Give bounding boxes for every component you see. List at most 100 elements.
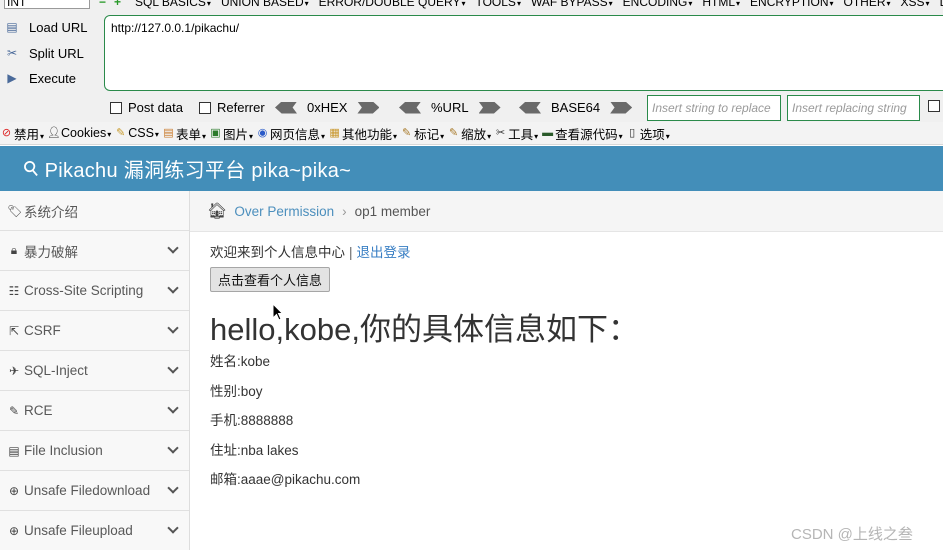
hackbar-menu-item[interactable]: XSS <box>901 0 930 10</box>
hackbar-menu-item[interactable]: TOOLS <box>475 0 520 10</box>
marker-icon: ✎ <box>401 126 412 139</box>
sidebar-item[interactable]: 🏷︎ 系统介绍 <box>0 191 189 231</box>
sidebar-item[interactable]: ☷ Cross-Site Scripting <box>0 271 189 311</box>
replacing-string-input[interactable]: Insert replacing string <box>787 95 920 121</box>
hackbar-menu-item[interactable]: L <box>940 0 943 10</box>
logout-link[interactable]: 退出登录 <box>357 245 411 260</box>
sidebar-item-label: 暴力破解 <box>24 244 78 260</box>
decode-arrow-icon[interactable] <box>519 101 541 114</box>
sidebar-item[interactable]: ⊕ Unsafe Filedownload <box>0 471 189 511</box>
welcome-line: 欢迎来到个人信息中心 | 退出登录 <box>210 241 940 261</box>
sidebar: 🏷︎ 系统介绍 🔒︎ 暴力破解 ☷ Cross-Site Scripting ⇱ CSRF ✈ S… <box>0 191 190 550</box>
post-data-label: Post data <box>128 100 183 115</box>
decode-arrow-icon[interactable] <box>275 101 297 114</box>
toolbar-item-label: 选项 <box>640 124 670 143</box>
extension-toolbar: ⊘禁用👤︎Cookies✎CSS▤表单▣图片◉网页信息▦其他功能✎标记✎缩放✂工… <box>0 122 943 145</box>
toolbar-item[interactable]: ▬ 查看源代码 <box>541 124 623 143</box>
hackbar-menu-item[interactable]: WAF BYPASS <box>531 0 613 10</box>
base64-encoder: BASE64 <box>519 100 633 115</box>
chevron-down-icon <box>167 322 179 334</box>
toolbar-item[interactable]: ▯ 选项 <box>626 124 670 143</box>
sidebar-item-label: SQL-Inject <box>24 363 88 378</box>
toolbar-item-label: 表单 <box>176 124 206 143</box>
info-field: 邮箱:aaae@pikachu.com <box>210 472 361 487</box>
toolbar-item[interactable]: ▤ 表单 <box>162 124 206 143</box>
sidebar-item-label: Unsafe Fileupload <box>24 523 133 538</box>
upload-icon: ⊕ <box>8 523 20 538</box>
sidebar-item[interactable]: ⇱ CSRF <box>0 311 189 351</box>
breadcrumb-separator: › <box>342 203 347 219</box>
hackbar-menu-item[interactable]: OTHER <box>844 0 891 10</box>
split-url-icon: ✂ <box>6 46 18 60</box>
resize-icon: ✎ <box>448 126 459 139</box>
hackbar-plus-icon[interactable]: + <box>114 0 121 8</box>
toolbar-item[interactable]: ✎ 标记 <box>400 124 444 143</box>
toolbar-item[interactable]: 👤︎ Cookies <box>47 126 111 140</box>
split-url-button[interactable]: ✂ Split URL <box>3 41 98 65</box>
toolbar-item-label: CSS <box>128 126 159 140</box>
hackbar-panel: ▤ Load URL ✂ Split URL ▶ Execute http://… <box>0 12 943 122</box>
hackbar-menu-item[interactable]: ENCRYPTION <box>750 0 833 10</box>
hex-encoder: 0xHEX <box>275 100 380 115</box>
toolbar-item-label: Cookies <box>61 126 111 140</box>
toolbar-item[interactable]: ⊘ 禁用 <box>0 124 44 143</box>
hackbar-menu-bar: INT − + SQL BASICS UNION BASED ERROR/DOUBL… <box>0 0 943 12</box>
user-icon: 👤︎ <box>47 126 61 139</box>
hackbar-menu-item[interactable]: UNION BASED <box>221 0 309 10</box>
execute-button[interactable]: ▶ Execute <box>3 66 98 90</box>
toolbar-item[interactable]: ✂ 工具 <box>494 124 538 143</box>
toolbar-item[interactable]: ◉ 网页信息 <box>256 124 325 143</box>
checkbox-box[interactable] <box>110 101 122 114</box>
info-field: 住址:nba lakes <box>210 442 299 458</box>
decode-arrow-icon[interactable] <box>399 101 421 114</box>
hackbar-menu-item[interactable]: ENCODING <box>623 0 693 10</box>
hackbar-type-select[interactable]: INT <box>4 0 90 9</box>
sidebar-item[interactable]: ⊕ Unsafe Fileupload <box>0 511 189 550</box>
post-data-checkbox[interactable]: Post data <box>110 100 183 115</box>
load-url-button[interactable]: ▤ Load URL <box>3 15 98 39</box>
site-title[interactable]: Pikachu 漏洞练习平台 pika~pika~ <box>45 154 352 183</box>
sidebar-item[interactable]: ▤ File Inclusion <box>0 431 189 471</box>
sidebar-item-label: 系统介绍 <box>24 204 78 220</box>
lock-icon: 🔒︎ <box>10 243 18 257</box>
hello-heading: hello,kobe,你的具体信息如下： <box>210 312 639 347</box>
toolbar-item[interactable]: ✎ CSS <box>114 126 159 140</box>
info-field: 性别:boy <box>210 383 263 399</box>
view-info-button[interactable]: 点击查看个人信息 <box>210 267 331 292</box>
url-textarea[interactable]: http://127.0.0.1/pikachu/ <box>104 15 943 91</box>
breadcrumb-link[interactable]: Over Permission <box>234 204 334 219</box>
sidebar-item[interactable]: 🔒︎ 暴力破解 <box>0 231 189 271</box>
replace-checkbox[interactable] <box>928 100 943 112</box>
browser-window: INT − + SQL BASICS UNION BASED ERROR/DOUBL… <box>0 0 943 550</box>
hackbar-menu-item[interactable]: HTML <box>702 0 740 10</box>
checkbox-box[interactable] <box>199 101 211 114</box>
hackbar-menus: SQL BASICS UNION BASED ERROR/DOUBLE QUERY T… <box>135 0 943 10</box>
toolbar-item[interactable]: ▦ 其他功能 <box>328 124 397 143</box>
encode-arrow-icon[interactable] <box>610 101 633 114</box>
toolbar-item[interactable]: ▣ 图片 <box>209 124 253 143</box>
url-encoder: %URL <box>399 100 501 115</box>
home-icon[interactable]: 🏠︎ <box>207 201 227 221</box>
hackbar-minus-icon[interactable]: − <box>99 0 106 8</box>
tags-icon: 🏷︎ <box>7 203 23 218</box>
encoder-label: BASE64 <box>551 100 601 115</box>
hackbar-menu-item[interactable]: SQL BASICS <box>135 0 211 10</box>
breadcrumb: 🏠︎ Over Permission › op1 member <box>190 191 943 232</box>
sidebar-item[interactable]: ✎ RCE <box>0 391 189 431</box>
options-icon: ▯ <box>629 126 636 139</box>
source-icon: ▬ <box>542 126 554 139</box>
toolbar-item-label: 工具 <box>508 124 538 143</box>
encode-arrow-icon[interactable] <box>478 101 501 114</box>
list-icon: ☷ <box>8 283 20 298</box>
sidebar-item[interactable]: ✈ SQL-Inject <box>0 351 189 391</box>
chevron-down-icon <box>167 482 179 494</box>
insert-string-input[interactable]: Insert string to replace <box>647 95 781 121</box>
chevron-down-icon <box>167 402 179 414</box>
hackbar-options-row: Post data Referrer 0xHEX %URL BASE64 Ins… <box>0 95 943 121</box>
hackbar-menu-item[interactable]: ERROR/DOUBLE QUERY <box>319 0 466 10</box>
main-content: 欢迎来到个人信息中心 | 退出登录 点击查看个人信息 hello,kobe,你的具体… <box>210 232 940 500</box>
toolbar-item[interactable]: ✎ 缩放 <box>447 124 491 143</box>
encode-arrow-icon[interactable] <box>357 101 380 114</box>
referrer-checkbox[interactable]: Referrer <box>199 100 265 115</box>
checkbox-box[interactable] <box>928 100 940 112</box>
